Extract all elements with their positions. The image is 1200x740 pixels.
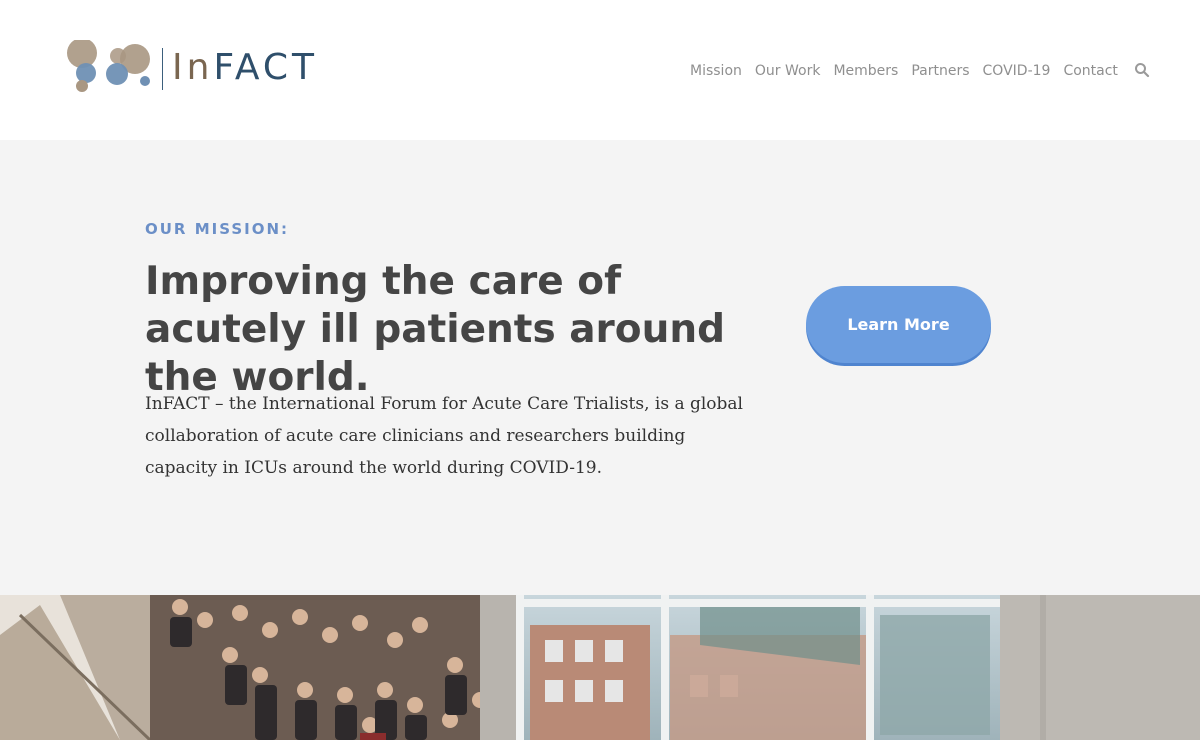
- logo-divider: [162, 48, 163, 90]
- logo-wordmark: InFACT: [172, 48, 318, 88]
- nav-mission[interactable]: Mission: [690, 63, 742, 79]
- logo-wordmark-prefix: In: [172, 47, 214, 88]
- nav-contact[interactable]: Contact: [1063, 63, 1117, 79]
- main-nav: Mission Our Work Members Partners COVID-…: [690, 60, 1131, 82]
- nav-partners[interactable]: Partners: [911, 63, 969, 79]
- logo[interactable]: InFACT: [66, 40, 314, 96]
- mission-eyebrow: OUR MISSION:: [145, 220, 290, 238]
- search-icon: [1135, 63, 1150, 78]
- group-photo-image: [0, 595, 1200, 740]
- learn-more-button[interactable]: Learn More: [806, 286, 991, 363]
- logo-circles-icon: [67, 40, 150, 92]
- nav-our-work[interactable]: Our Work: [755, 63, 821, 79]
- mission-headline: Improving the care of acutely ill patien…: [145, 259, 726, 400]
- nav-covid-19[interactable]: COVID-19: [983, 63, 1051, 79]
- site-header: InFACT Mission Our Work Members Partners…: [0, 0, 1200, 140]
- logo-wordmark-suffix: FACT: [213, 47, 318, 88]
- mission-description: InFACT – the International Forum for Acu…: [145, 394, 743, 478]
- group-photo: [0, 595, 1200, 740]
- search-button[interactable]: [1134, 62, 1152, 80]
- nav-members[interactable]: Members: [833, 63, 898, 79]
- mission-hero: OUR MISSION: Improving the care of acute…: [0, 140, 1200, 595]
